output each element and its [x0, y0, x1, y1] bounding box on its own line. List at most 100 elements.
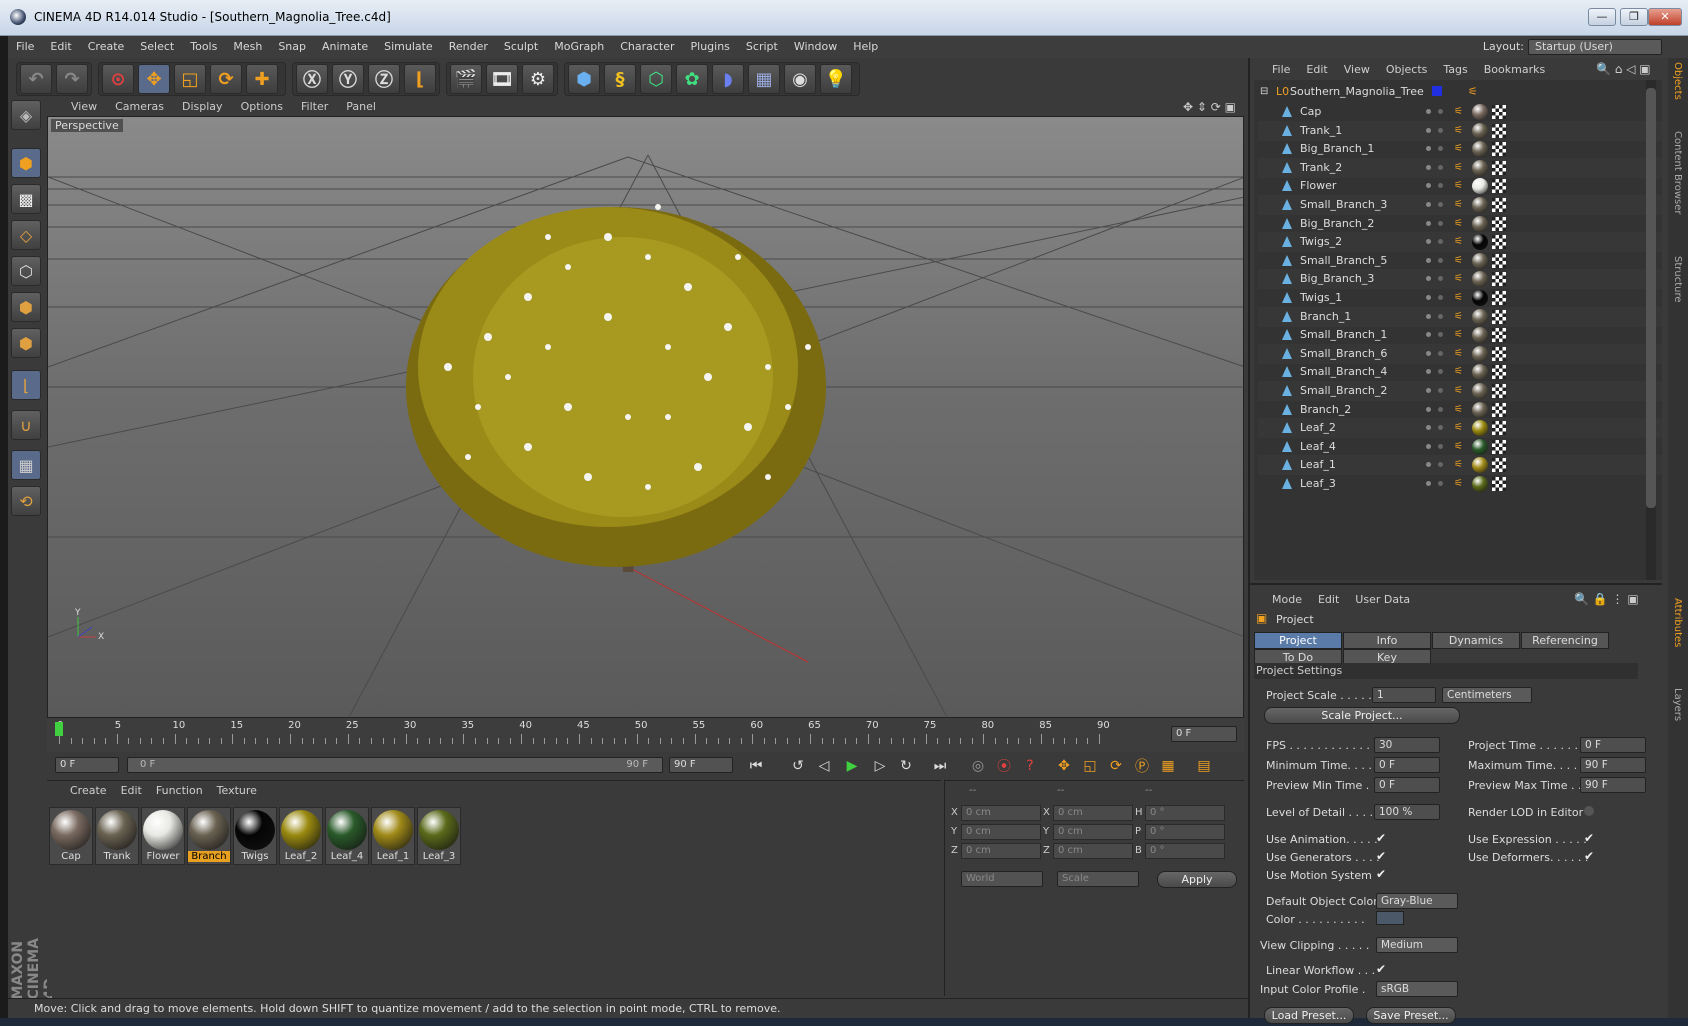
key-param-icon[interactable]: Ⓟ [1131, 756, 1153, 776]
texture-tag[interactable] [1492, 123, 1506, 138]
max-time-field[interactable]: 90 F [1580, 757, 1646, 773]
keyframe-selection-icon[interactable]: ? [1019, 756, 1041, 776]
material-tag[interactable] [1472, 345, 1488, 362]
light-icon[interactable]: 💡 [820, 64, 852, 94]
key-position-icon[interactable]: ✥ [1053, 756, 1075, 776]
coord-field[interactable]: 0 cm [1053, 805, 1133, 821]
menu-script[interactable]: Script [738, 36, 786, 58]
visibility-dot[interactable] [1426, 276, 1431, 282]
redo-icon[interactable]: ↷ [56, 64, 88, 94]
material-swatch[interactable]: Twigs [233, 807, 277, 865]
material-tag[interactable] [1472, 271, 1488, 288]
material-swatch[interactable]: Trank [95, 807, 139, 865]
menu-select[interactable]: Select [132, 36, 182, 58]
material-swatch[interactable]: Leaf_2 [279, 807, 323, 865]
texture-tag[interactable] [1492, 421, 1506, 436]
material-tag[interactable] [1472, 215, 1488, 232]
side-tab-objects[interactable]: Objects [1672, 62, 1683, 100]
preview-max-field[interactable]: 90 F [1580, 777, 1646, 793]
scale-dropdown[interactable]: Scale [1057, 871, 1139, 887]
move-icon[interactable]: ✥ [138, 64, 170, 94]
start-frame-field[interactable]: 0 F [55, 757, 119, 773]
texture-tag[interactable] [1492, 253, 1506, 268]
preview-min-field[interactable]: 0 F [1374, 777, 1440, 793]
deformer-icon[interactable]: ◗ [712, 64, 744, 94]
texture-tag[interactable] [1492, 179, 1506, 194]
polygons-mode-icon[interactable]: ⬢ [11, 328, 41, 358]
render-dot[interactable] [1438, 350, 1443, 356]
object-row[interactable]: Leaf_3 ⚟ [1258, 474, 1662, 494]
texture-tag[interactable] [1492, 477, 1506, 491]
key-pla-icon[interactable]: ▦ [1157, 756, 1179, 776]
menu-edit[interactable]: Edit [42, 36, 79, 58]
last-tool-icon[interactable]: ✚ [246, 64, 278, 94]
render-dot[interactable] [1438, 276, 1443, 282]
object-menu-view[interactable]: View [1336, 60, 1378, 80]
object-row[interactable]: Small_Branch_5 ⚟ [1258, 251, 1662, 271]
auto-key-icon[interactable]: ⦿ [993, 756, 1015, 776]
object-row[interactable]: Branch_2 ⚟ [1258, 400, 1662, 420]
object-menu-tags[interactable]: Tags [1435, 60, 1475, 80]
points-mode-icon[interactable]: ⬡ [11, 256, 41, 286]
axis-mode-icon[interactable]: ⌊ [11, 370, 41, 400]
render-dot[interactable] [1438, 202, 1443, 207]
object-row[interactable]: Trank_1 ⚟ [1258, 120, 1662, 141]
menu-help[interactable]: Help [845, 36, 886, 58]
next-key-icon[interactable]: ↻ [895, 756, 917, 776]
layout-selector[interactable]: Layout: Startup (User) [1483, 39, 1662, 55]
render-dot[interactable] [1438, 239, 1443, 245]
linear-workflow-checkbox[interactable]: ✔ [1376, 962, 1386, 976]
goto-start-icon[interactable]: ⏮ [745, 756, 767, 776]
visibility-dot[interactable] [1426, 425, 1431, 431]
spline-icon[interactable]: § [604, 64, 636, 94]
texture-tag[interactable] [1492, 105, 1506, 119]
texture-tag[interactable] [1492, 384, 1506, 398]
material-tag[interactable] [1472, 159, 1488, 176]
use-deformers-checkbox[interactable]: ✔ [1584, 849, 1594, 863]
menu-simulate[interactable]: Simulate [376, 36, 441, 58]
render-dot[interactable] [1438, 146, 1443, 152]
coord-field[interactable]: 0 cm [1053, 843, 1133, 859]
material-swatch[interactable]: Leaf_1 [371, 807, 415, 865]
texture-mode-icon[interactable]: ▩ [11, 184, 41, 214]
texture-tag[interactable] [1492, 272, 1506, 287]
texture-tag[interactable] [1492, 458, 1506, 473]
object-row[interactable]: Big_Branch_2 ⚟ [1258, 214, 1662, 234]
texture-tag[interactable] [1492, 365, 1506, 380]
material-tag[interactable] [1472, 234, 1488, 251]
scale-project-button[interactable]: Scale Project... [1264, 707, 1460, 724]
object-row[interactable]: Small_Branch_6 ⚟ [1258, 343, 1662, 364]
maximize-button[interactable]: ❐ [1620, 8, 1648, 26]
visibility-dot[interactable] [1426, 183, 1431, 189]
object-row[interactable]: Big_Branch_1 ⚟ [1258, 139, 1662, 159]
prev-frame-icon[interactable]: ◁ [813, 756, 835, 776]
camera-icon[interactable]: ◉ [784, 64, 816, 94]
object-root-row[interactable]: ⊟ L0 Southern_Magnolia_Tree ⚟ [1258, 82, 1662, 102]
material-swatch[interactable]: Leaf_3 [417, 807, 461, 865]
material-tag[interactable] [1472, 308, 1488, 325]
key-rotation-icon[interactable]: ⟳ [1105, 756, 1127, 776]
object-row[interactable]: Small_Branch_4 ⚟ [1258, 362, 1662, 382]
timeline-icon[interactable]: ▤ [1193, 756, 1215, 776]
coord-field[interactable]: 0 ° [1145, 843, 1225, 859]
visibility-dot[interactable] [1426, 257, 1431, 263]
coord-field[interactable]: 0 ° [1145, 805, 1225, 821]
texture-tag[interactable] [1492, 291, 1506, 305]
render-dot[interactable] [1438, 257, 1443, 263]
rotate-icon[interactable]: ⟳ [210, 64, 242, 94]
material-menu-function[interactable]: Function [149, 781, 210, 801]
playhead[interactable] [55, 722, 63, 736]
render-dot[interactable] [1438, 332, 1443, 338]
menu-window[interactable]: Window [786, 36, 845, 58]
menu-tools[interactable]: Tools [182, 36, 225, 58]
prev-key-icon[interactable]: ↺ [787, 756, 809, 776]
render-dot[interactable] [1438, 220, 1443, 226]
menu-snap[interactable]: Snap [270, 36, 314, 58]
render-dot[interactable] [1438, 481, 1443, 486]
visibility-dot[interactable] [1426, 388, 1431, 393]
material-menu-texture[interactable]: Texture [210, 781, 264, 801]
visibility-dot[interactable] [1426, 202, 1431, 207]
cube-icon[interactable]: ⬢ [568, 64, 600, 94]
material-tag[interactable] [1472, 252, 1488, 269]
menu-plugins[interactable]: Plugins [683, 36, 738, 58]
